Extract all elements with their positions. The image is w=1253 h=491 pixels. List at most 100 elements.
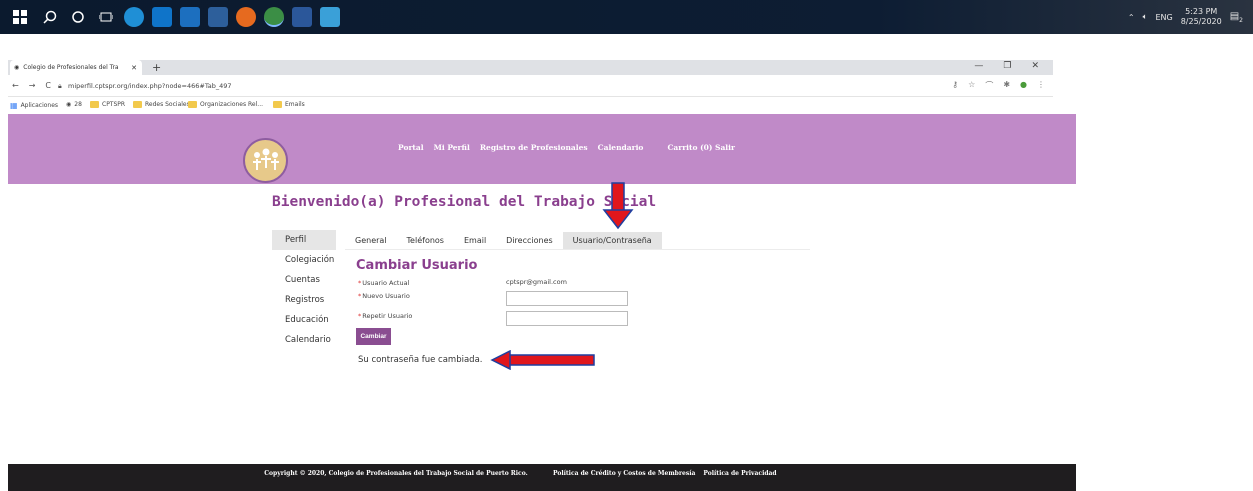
main-nav: Portal Mi Perfil Registro de Profesional…	[398, 143, 735, 152]
search-icon[interactable]	[40, 7, 60, 27]
bookmark-cptspr[interactable]: CPTSPR	[90, 101, 125, 108]
required-mark: *	[358, 292, 362, 300]
clock[interactable]: 5:23 PM 8/25/2020	[1181, 7, 1222, 27]
bookmarks-bar: ▦ Aplicaciones ◉ 28 CPTSPR Redes Sociale…	[8, 97, 1053, 114]
windows-taskbar: ⌃ 🔈︎ ENG 5:23 PM 8/25/2020 ▤2	[0, 0, 1253, 34]
profile-tabs: General Teléfonos Email Direcciones Usua…	[345, 232, 810, 250]
tab-usuario-contrasena[interactable]: Usuario/Contraseña	[562, 232, 662, 249]
sidebar-item-cuentas[interactable]: Cuentas	[272, 270, 336, 290]
footer-link-privacidad[interactable]: Política de Privacidad	[703, 470, 776, 477]
profile-icon[interactable]: ●	[1020, 80, 1027, 91]
task-view-icon[interactable]	[96, 7, 116, 27]
window-controls: — ❐ ✕	[974, 61, 1039, 71]
bookmark-label: Redes Sociales	[145, 101, 190, 108]
url-field[interactable]: miperfil.cptspr.org/index.php?node=466#T…	[68, 82, 232, 90]
sidebar-item-registros[interactable]: Registros	[272, 290, 336, 310]
current-user-label: *Usuario Actual	[358, 279, 409, 287]
menu-icon[interactable]: ⋮	[1037, 80, 1045, 91]
form-title: Cambiar Usuario	[356, 258, 478, 273]
cambiar-button[interactable]: Cambiar	[356, 328, 391, 345]
bookmark-organizaciones[interactable]: Organizaciones Rel...	[188, 101, 263, 108]
address-bar-row: ← → C 🔒︎ miperfil.cptspr.org/index.php?n…	[8, 75, 1053, 97]
bookmark-label: Organizaciones Rel...	[200, 101, 264, 108]
bookmark-emails[interactable]: Emails	[273, 101, 305, 108]
nav-registro[interactable]: Registro de Profesionales	[480, 143, 588, 152]
repeat-user-input[interactable]	[506, 311, 628, 326]
star-icon[interactable]: ☆	[968, 80, 975, 91]
browser-tab-title: Colegio de Profesionales del Tra	[23, 64, 119, 71]
globe-icon: ◉	[14, 64, 20, 71]
tab-direcciones[interactable]: Direcciones	[496, 232, 563, 249]
repeat-user-label: *Repetir Usuario	[358, 312, 412, 320]
nav-portal[interactable]: Portal	[398, 143, 424, 152]
apps-grid-icon: ▦	[10, 101, 18, 110]
nav-calendario[interactable]: Calendario	[598, 143, 644, 152]
mail-icon[interactable]	[180, 7, 200, 27]
browser-tab-strip: ◉ Colegio de Profesionales del Tra ✕ + —…	[8, 60, 1053, 75]
folder-icon	[133, 101, 142, 108]
notification-icon[interactable]: ▤2	[1230, 11, 1243, 24]
bookmark-apps[interactable]: ▦ Aplicaciones	[10, 101, 58, 110]
forward-icon[interactable]: →	[29, 81, 36, 90]
reload-icon[interactable]: C	[45, 81, 51, 90]
lock-icon: 🔒︎	[58, 82, 62, 90]
bookmark-label: 28	[74, 101, 82, 108]
puzzle-icon[interactable]: ✱	[1003, 80, 1010, 91]
sidebar-item-colegiacion[interactable]: Colegiación	[272, 250, 336, 270]
new-tab-icon[interactable]: +	[152, 61, 161, 74]
bookmark-28[interactable]: ◉ 28	[66, 101, 82, 108]
clock-time: 5:23 PM	[1185, 7, 1218, 16]
system-tray: ⌃ 🔈︎ ENG 5:23 PM 8/25/2020 ▤2	[1128, 0, 1243, 34]
cortana-icon[interactable]	[68, 7, 88, 27]
chrome-icon[interactable]	[264, 7, 284, 27]
browser-tab[interactable]: ◉ Colegio de Profesionales del Tra ✕	[10, 60, 142, 75]
word-icon[interactable]	[292, 7, 312, 27]
back-icon[interactable]: ←	[12, 81, 19, 90]
new-user-label-text: Nuevo Usuario	[362, 292, 410, 300]
repeat-user-label-text: Repetir Usuario	[362, 312, 413, 320]
sidebar-item-perfil[interactable]: Perfil	[272, 230, 336, 250]
chevron-up-icon[interactable]: ⌃	[1128, 13, 1135, 22]
folder-icon	[188, 101, 197, 108]
bookmark-label: CPTSPR	[102, 101, 126, 108]
close-window-icon[interactable]: ✕	[1031, 61, 1039, 71]
tab-email[interactable]: Email	[454, 232, 496, 249]
extension-icon[interactable]: ⌒	[985, 80, 993, 91]
globe-icon: ◉	[66, 101, 72, 108]
photos-icon[interactable]	[320, 7, 340, 27]
folder-icon	[90, 101, 99, 108]
new-user-label: *Nuevo Usuario	[358, 292, 410, 300]
current-user-value: cptspr@gmail.com	[506, 278, 567, 286]
minimize-icon[interactable]: —	[974, 61, 983, 71]
footer-copyright: Copyright © 2020, Colegio de Profesional…	[264, 470, 528, 477]
edge-icon[interactable]	[124, 7, 144, 27]
tab-telefonos[interactable]: Teléfonos	[397, 232, 454, 249]
speaker-icon[interactable]: 🔈︎	[1143, 12, 1148, 22]
cptspr-logo[interactable]	[243, 138, 288, 183]
tab-general[interactable]: General	[345, 232, 397, 249]
folder-icon	[273, 101, 282, 108]
key-icon[interactable]: ⚷	[952, 80, 958, 91]
windows-start-icon[interactable]	[10, 7, 30, 27]
new-user-input[interactable]	[506, 291, 628, 306]
footer-link-credito[interactable]: Política de Crédito y Costos de Membresí…	[553, 470, 695, 477]
nav-mi-perfil[interactable]: Mi Perfil	[434, 143, 470, 152]
bookmark-redes-sociales[interactable]: Redes Sociales	[133, 101, 190, 108]
required-mark: *	[358, 312, 362, 320]
annotation-down-arrow	[602, 182, 634, 230]
restore-icon[interactable]: ❐	[1003, 61, 1011, 71]
page-title: Bienvenido(a) Profesional del Trabajo So…	[272, 194, 657, 210]
notification-count: 2	[1239, 16, 1243, 24]
site-footer: Copyright © 2020, Colegio de Profesional…	[8, 464, 1076, 491]
nav-carrito-salir[interactable]: Carrito (0) Salir	[667, 143, 735, 152]
close-tab-icon[interactable]: ✕	[131, 64, 137, 72]
bookmark-label: Aplicaciones	[20, 102, 59, 109]
language-indicator[interactable]: ENG	[1155, 13, 1172, 22]
briefcase-icon[interactable]	[208, 7, 228, 27]
sidebar-item-calendario[interactable]: Calendario	[272, 330, 336, 350]
store-icon[interactable]	[152, 7, 172, 27]
firefox-icon[interactable]	[236, 7, 256, 27]
sidebar-item-educacion[interactable]: Educación	[272, 310, 336, 330]
annotation-left-arrow	[490, 350, 595, 370]
current-user-label-text: Usuario Actual	[362, 279, 410, 287]
